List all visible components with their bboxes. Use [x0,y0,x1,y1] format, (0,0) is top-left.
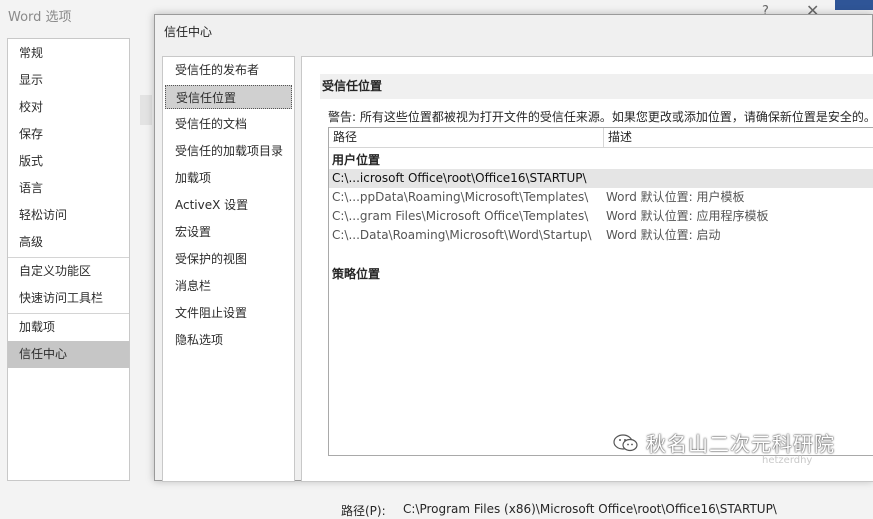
column-header-path[interactable]: 路径 [329,128,604,148]
watermark-text: 秋名山二次元科研院 [646,432,835,456]
nav-item-save[interactable]: 保存 [8,121,129,148]
table-row[interactable]: C:\...ppData\Roaming\Microsoft\Templates… [329,188,873,207]
tc-nav-add-ins[interactable]: 加载项 [165,166,292,190]
tc-nav-macro-settings[interactable]: 宏设置 [165,220,292,244]
row-description: Word 默认位置: 启动 [606,228,721,242]
nav-item-general[interactable]: 常规 [8,40,129,67]
title-accent-bar [835,0,873,10]
tc-nav-privacy-options[interactable]: 隐私选项 [165,328,292,352]
watermark-subtext: hetzerdhy [762,455,813,466]
row-description: Word 默认位置: 应用程序模板 [606,209,769,223]
trust-center-dialog: 信任中心 受信任的发布者 受信任位置 受信任的文档 受信任的加载项目录 加载项 … [154,14,873,518]
nav-item-display[interactable]: 显示 [8,67,129,94]
column-header-description[interactable]: 描述 [604,128,873,148]
group-label-user-locations: 用户位置 [332,153,381,167]
trust-center-main-panel: 受信任位置 警告: 所有这些位置都被视为打开文件的受信任来源。如果您更改或添加位… [301,56,873,518]
tc-nav-protected-view[interactable]: 受保护的视图 [165,247,292,271]
row-path: C:\...gram Files\Microsoft Office\Templa… [332,209,589,223]
nav-item-layout[interactable]: 版式 [8,148,129,175]
path-value: C:\Program Files (x86)\Microsoft Office\… [403,502,777,516]
tc-nav-message-bar[interactable]: 消息栏 [165,274,292,298]
word-options-title: Word 选项 [8,10,72,25]
path-label: 路径(P): [341,504,386,518]
tc-nav-trusted-locations[interactable]: 受信任位置 [165,85,292,109]
nav-item-proofing[interactable]: 校对 [8,94,129,121]
tc-nav-trusted-documents[interactable]: 受信任的文档 [165,112,292,136]
word-options-nav: 常规 显示 校对 保存 版式 语言 轻松访问 高级 自定义功能区 快速访问工具栏… [7,38,130,481]
nav-item-trust-center[interactable]: 信任中心 [8,341,129,368]
row-path: C:\...icrosoft Office\root\Office16\STAR… [332,171,587,185]
nav-item-language[interactable]: 语言 [8,175,129,202]
tc-nav-trusted-publishers[interactable]: 受信任的发布者 [165,58,292,82]
nav-item-add-ins[interactable]: 加载项 [8,314,129,341]
trusted-locations-table[interactable]: 路径 描述 用户位置 C:\...icrosoft Office\root\Of… [328,127,873,456]
row-path: C:\...Data\Roaming\Microsoft\Word\Startu… [332,228,592,242]
watermark: 秋名山二次元科研院 [612,428,835,457]
table-row[interactable]: C:\...Data\Roaming\Microsoft\Word\Startu… [329,226,873,245]
warning-text: 警告: 所有这些位置都被视为打开文件的受信任来源。如果您更改或添加位置，请确保新… [328,110,873,124]
section-heading: 受信任位置 [320,74,873,99]
tc-nav-file-block-settings[interactable]: 文件阻止设置 [165,301,292,325]
table-row[interactable]: C:\...icrosoft Office\root\Office16\STAR… [329,169,873,188]
trust-center-title: 信任中心 [164,25,213,39]
word-options-content-edge [140,95,152,125]
tc-nav-trusted-addin-catalogs[interactable]: 受信任的加载项目录 [165,139,292,163]
table-row[interactable]: C:\...gram Files\Microsoft Office\Templa… [329,207,873,226]
row-description: Word 默认位置: 用户模板 [606,190,745,204]
group-label-policy-locations: 策略位置 [332,267,381,281]
trust-center-nav: 受信任的发布者 受信任位置 受信任的文档 受信任的加载项目录 加载项 Activ… [162,56,295,482]
wechat-icon [613,433,638,451]
tc-nav-activex-settings[interactable]: ActiveX 设置 [165,193,292,217]
nav-item-quick-access-toolbar[interactable]: 快速访问工具栏 [8,285,129,312]
nav-item-customize-ribbon[interactable]: 自定义功能区 [8,258,129,285]
nav-item-accessibility[interactable]: 轻松访问 [8,202,129,229]
nav-item-advanced[interactable]: 高级 [8,229,129,256]
row-path: C:\...ppData\Roaming\Microsoft\Templates… [332,190,589,204]
